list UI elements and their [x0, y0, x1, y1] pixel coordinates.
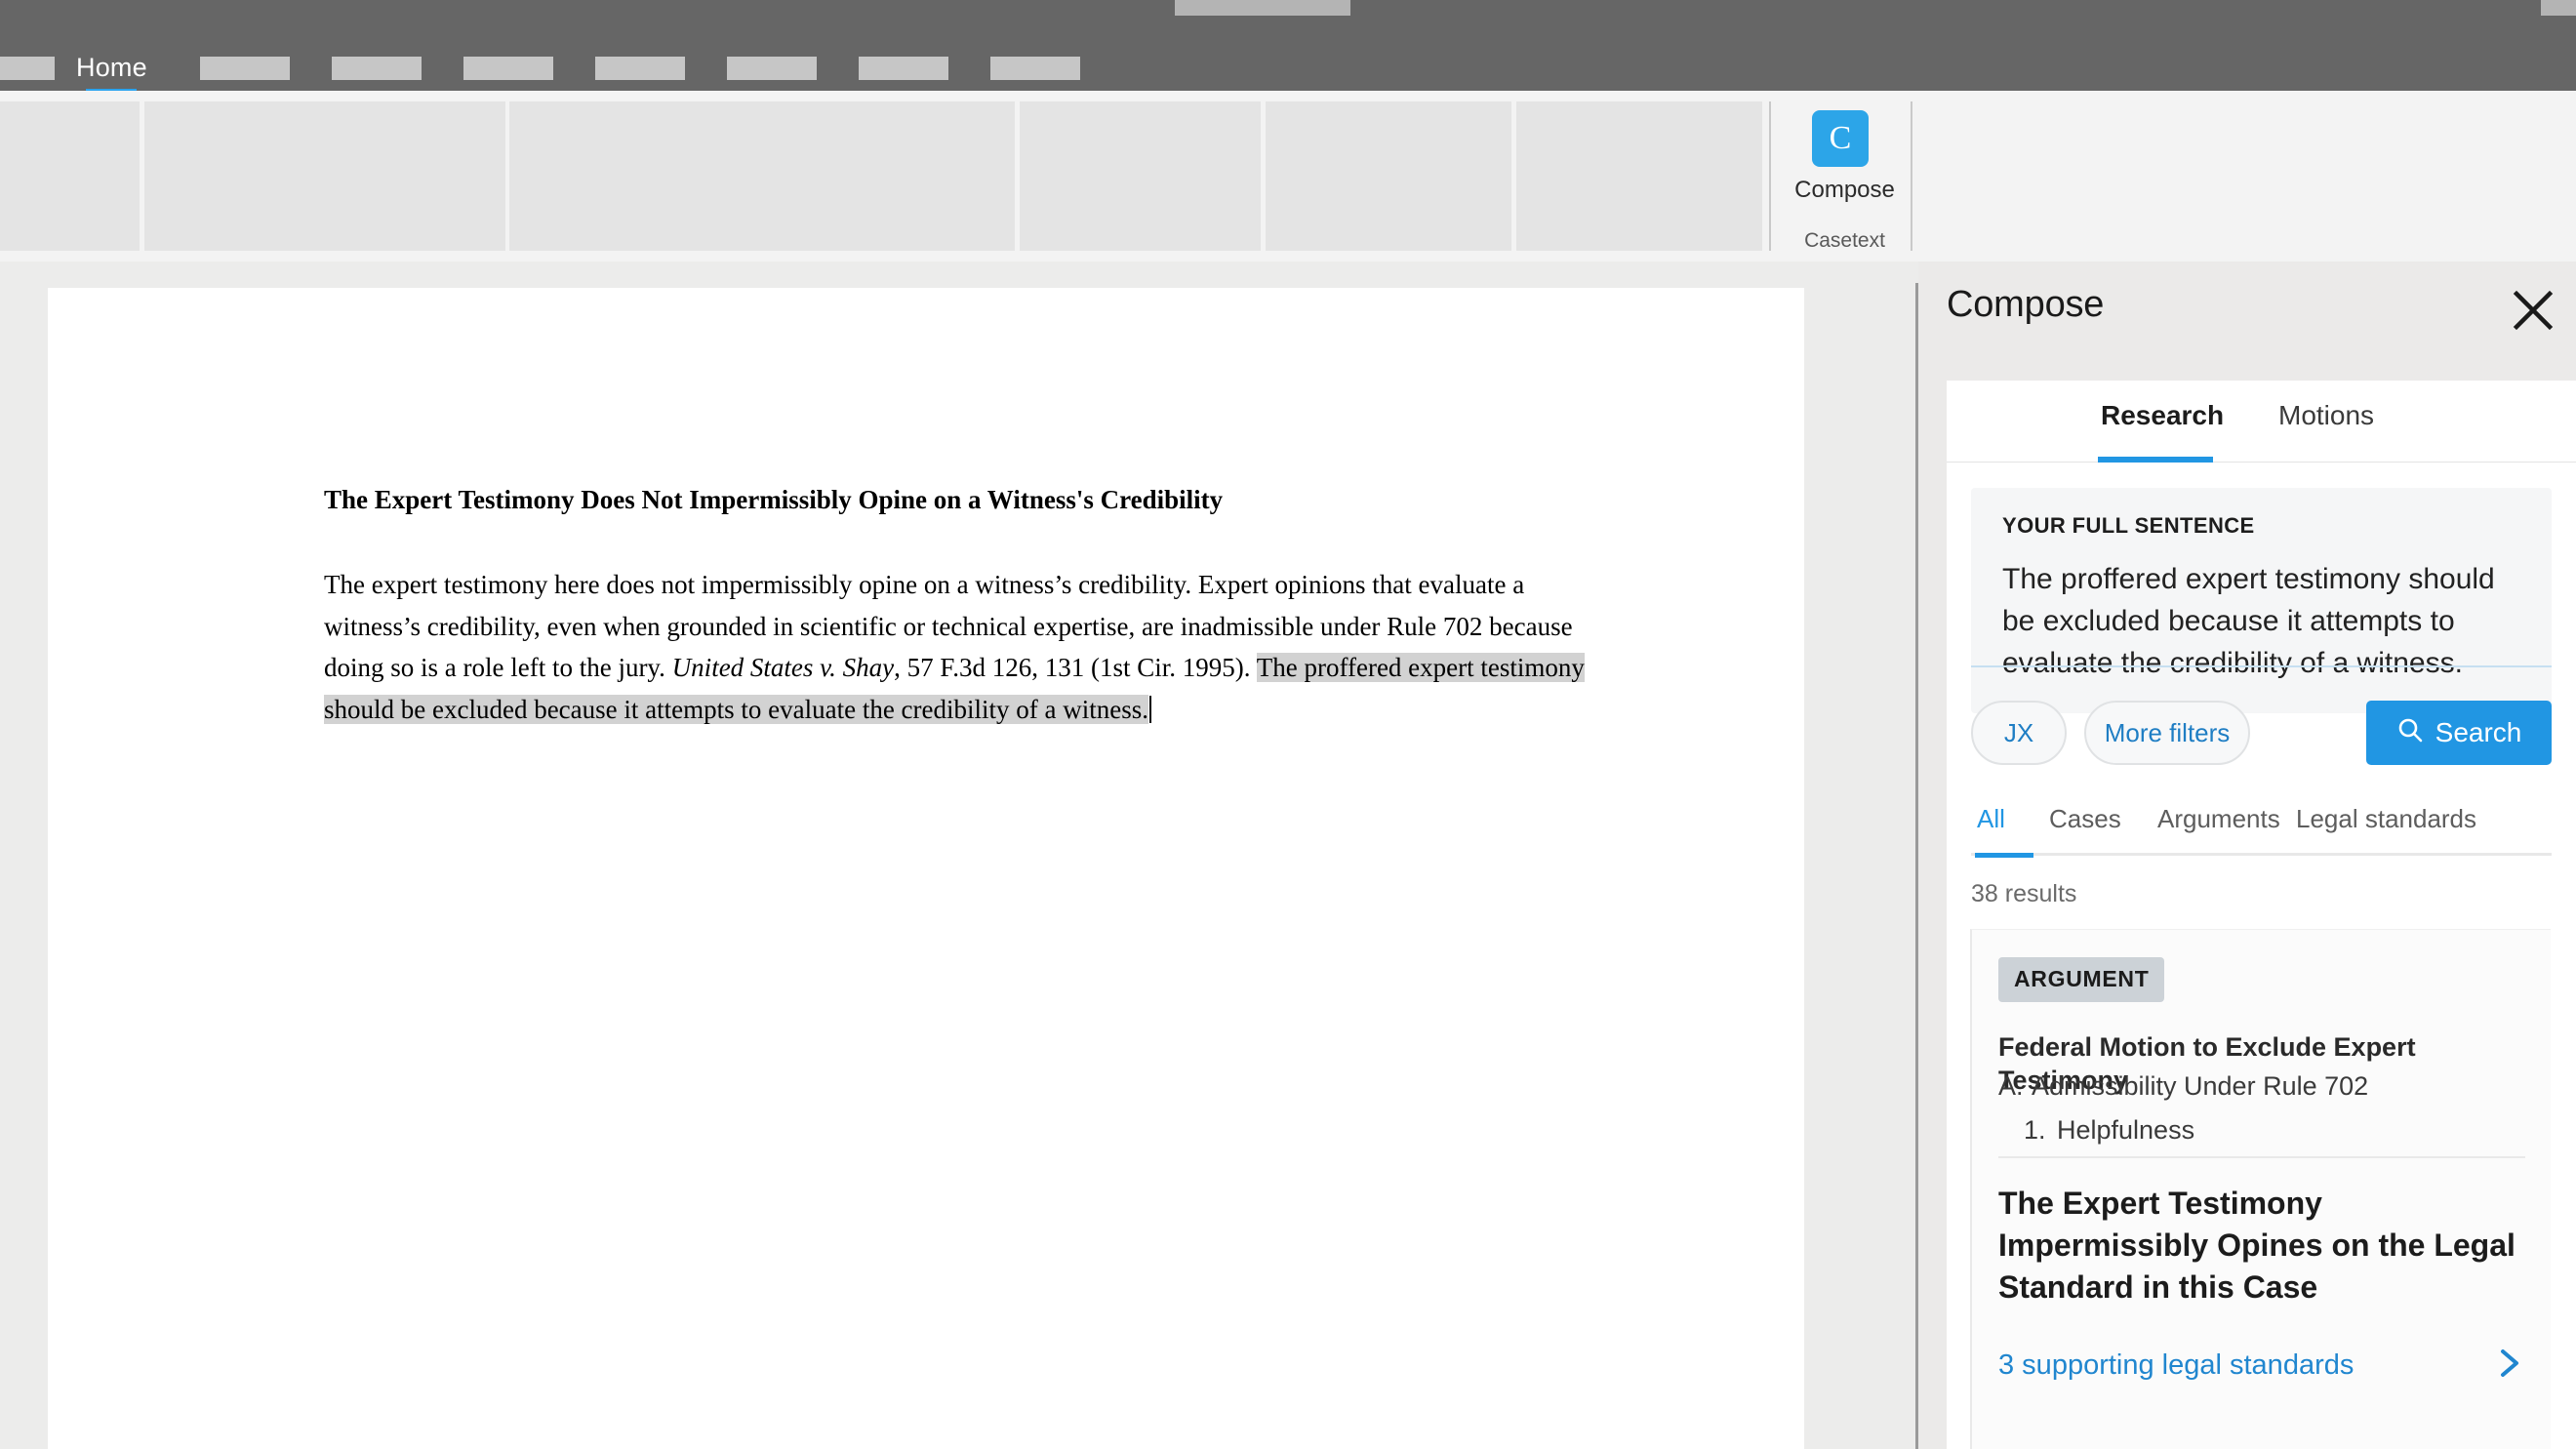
- tab-research-indicator: [2098, 457, 2213, 463]
- ribbon-group-1[interactable]: [144, 101, 505, 251]
- ribbon-group-3[interactable]: [1020, 101, 1261, 251]
- ribbon-tab-placeholder-3[interactable]: [332, 57, 422, 80]
- result-tab-cases[interactable]: Cases: [2049, 804, 2121, 834]
- search-button-label: Search: [2435, 717, 2522, 747]
- ribbon-group-casetext: C Compose Casetext: [1779, 101, 1911, 252]
- compose-addin-icon[interactable]: C: [1812, 110, 1869, 167]
- full-sentence-box[interactable]: YOUR FULL SENTENCE The proffered expert …: [1971, 488, 2552, 713]
- full-sentence-underline: [1971, 665, 2552, 667]
- result-outline-text-1: Helpfulness: [2057, 1115, 2195, 1145]
- result-tab-arguments[interactable]: Arguments: [2157, 804, 2280, 834]
- tab-research[interactable]: Research: [2101, 400, 2224, 431]
- ribbon-group-5[interactable]: [1516, 101, 1762, 251]
- document-page[interactable]: The Expert Testimony Does Not Impermissi…: [48, 288, 1804, 1449]
- ribbon-tab-strip: Home: [0, 46, 2576, 94]
- compose-addin-label[interactable]: Compose: [1779, 177, 1911, 204]
- results-count: 38 results: [1971, 880, 2077, 907]
- ribbon-body: C Compose Casetext: [0, 91, 2576, 262]
- supporting-legal-standards-link[interactable]: 3 supporting legal standards: [1998, 1349, 2525, 1382]
- ribbon-tab-placeholder-5[interactable]: [595, 57, 685, 80]
- search-button[interactable]: Search: [2366, 701, 2552, 765]
- compose-pane-content: Research Motions YOUR FULL SENTENCE The …: [1947, 381, 2576, 1449]
- result-category-tabs: All Cases Arguments Legal standards: [1971, 804, 2552, 861]
- result-outline-text-a: Admissibility Under Rule 702: [2032, 1071, 2369, 1101]
- result-outline-item-a: A. Admissibility Under Rule 702: [1998, 1071, 2368, 1102]
- ribbon-tab-home[interactable]: Home: [76, 49, 147, 86]
- document-heading: The Expert Testimony Does Not Impermissi…: [324, 485, 1224, 514]
- document-case-citation: United States v. Shay: [671, 653, 895, 682]
- result-heading[interactable]: The Expert Testimony Impermissibly Opine…: [1998, 1183, 2530, 1308]
- status-badge: ARGUMENT: [1998, 957, 2165, 1002]
- search-icon: [2396, 716, 2424, 750]
- word-window: Home C Compose Casetext The Expert Testi…: [0, 0, 2576, 1449]
- result-card[interactable]: ARGUMENT Federal Motion to Exclude Exper…: [1970, 929, 2551, 1449]
- pane-tabs-rule: [1947, 462, 2576, 463]
- ribbon-tab-placeholder-8[interactable]: [990, 57, 1080, 80]
- document-canvas: The Expert Testimony Does Not Impermissi…: [0, 262, 1915, 1449]
- ribbon-group-label-casetext: Casetext: [1804, 229, 1885, 252]
- ribbon-separator-right: [1911, 101, 1912, 251]
- result-tab-all[interactable]: All: [1977, 804, 2005, 834]
- result-tab-all-indicator: [1975, 853, 2033, 858]
- compose-pane-header: Compose: [1918, 262, 2576, 381]
- ribbon-tab-placeholder-4[interactable]: [463, 57, 553, 80]
- close-icon[interactable]: [2512, 289, 2555, 332]
- text-cursor: [1149, 695, 1151, 723]
- result-card-divider: [1998, 1156, 2525, 1158]
- jurisdiction-filter-button[interactable]: JX: [1971, 701, 2067, 765]
- ribbon-tab-placeholder-0[interactable]: [0, 57, 55, 80]
- document-paragraph-text-after: , 57 F.3d 126, 131 (1st Cir. 1995).: [894, 653, 1257, 682]
- ribbon-group-0[interactable]: [0, 101, 140, 251]
- ribbon-tab-placeholder-7[interactable]: [859, 57, 948, 80]
- compose-pane-tabs: Research Motions: [1947, 381, 2576, 464]
- title-bar-placeholder: [1175, 0, 1350, 16]
- compose-pane-title: Compose: [1947, 284, 2105, 325]
- result-outline-item-1: 1. Helpfulness: [2024, 1115, 2194, 1146]
- document-paragraph[interactable]: The expert testimony here does not imper…: [324, 564, 1592, 730]
- ribbon-group-2[interactable]: [509, 101, 1015, 251]
- ribbon-tab-placeholder-2[interactable]: [200, 57, 290, 80]
- result-outline-lead-a: A.: [1998, 1071, 2024, 1101]
- result-tab-legal-standards[interactable]: Legal standards: [2296, 804, 2476, 834]
- compose-task-pane: Compose Research Motions YOUR FULL SENTE…: [1918, 262, 2576, 1449]
- result-outline-lead-1: 1.: [2024, 1115, 2046, 1145]
- document-body[interactable]: The Expert Testimony Does Not Impermissi…: [324, 483, 1592, 730]
- search-filter-row: JX More filters Search: [1971, 701, 2552, 765]
- chevron-right-icon[interactable]: [2495, 1347, 2524, 1385]
- more-filters-button[interactable]: More filters: [2084, 701, 2250, 765]
- title-bar-right-placeholder: [2541, 0, 2576, 16]
- window-title-bar: [0, 0, 2576, 46]
- full-sentence-label: YOUR FULL SENTENCE: [2002, 513, 2255, 538]
- result-tabs-rule: [1971, 853, 2552, 856]
- ribbon-separator: [1769, 101, 1771, 251]
- ribbon-tab-placeholder-6[interactable]: [727, 57, 817, 80]
- ribbon-group-4[interactable]: [1266, 101, 1511, 251]
- tab-motions[interactable]: Motions: [2278, 400, 2374, 431]
